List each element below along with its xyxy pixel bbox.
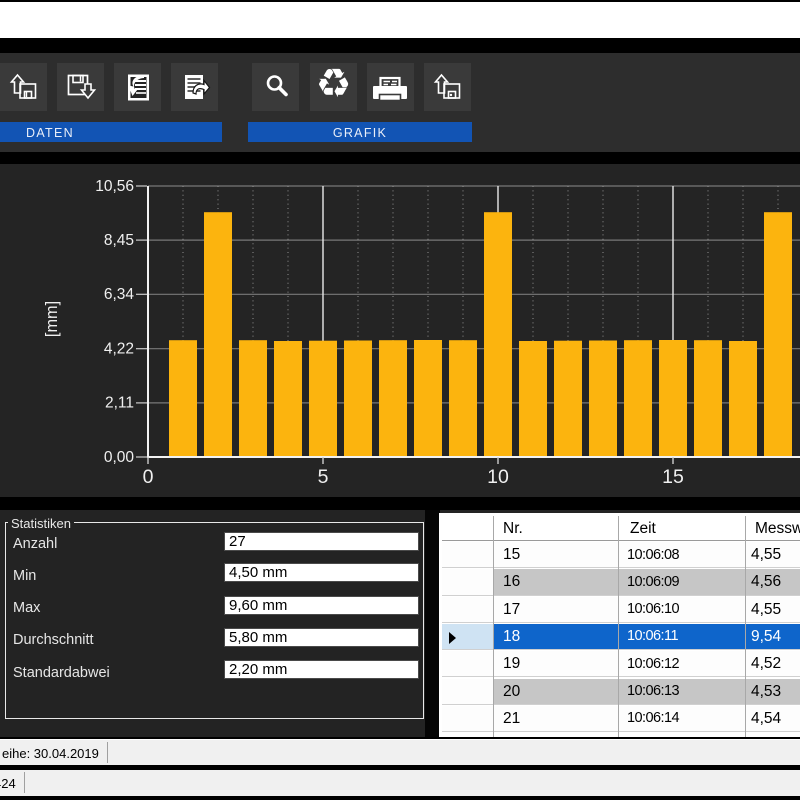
- svg-text:10,56: 10,56: [95, 178, 134, 195]
- svg-text:5: 5: [318, 466, 329, 488]
- svg-text:0: 0: [143, 466, 154, 488]
- svg-text:0,00: 0,00: [104, 449, 135, 466]
- svg-text:15: 15: [662, 466, 684, 488]
- svg-text:10: 10: [487, 466, 509, 488]
- svg-text:4,22: 4,22: [104, 341, 134, 358]
- svg-text:8,45: 8,45: [104, 232, 134, 249]
- svg-text:2,11: 2,11: [105, 395, 134, 412]
- svg-text:[mm]: [mm]: [43, 301, 61, 337]
- svg-text:6,34: 6,34: [104, 286, 135, 303]
